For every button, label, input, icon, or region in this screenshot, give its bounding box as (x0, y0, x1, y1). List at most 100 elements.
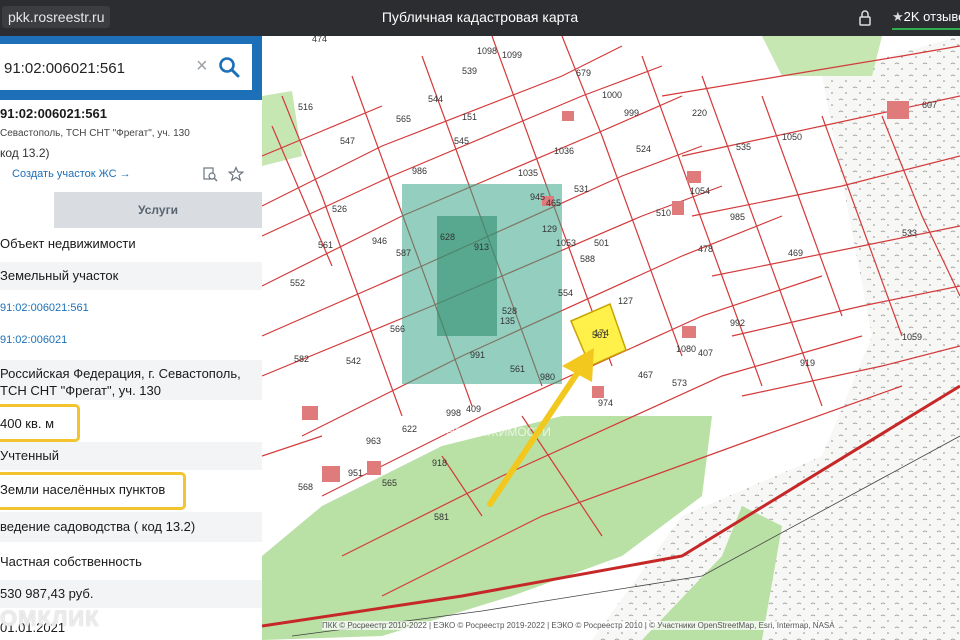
parcel-label: 542 (346, 356, 361, 366)
green-area-top (762, 36, 882, 76)
parcel-label: 220 (692, 108, 707, 118)
parcel-label: 1099 (502, 50, 522, 60)
lock-icon[interactable] (856, 9, 874, 27)
parcel-label: 510 (656, 208, 671, 218)
parcel-label: 985 (730, 212, 745, 222)
parcel-label: 946 (372, 236, 387, 246)
detail-address-line1: Российская Федерация, г. Севастополь, (0, 366, 241, 381)
search-icon[interactable] (218, 56, 240, 78)
reviews-underline (892, 28, 960, 30)
object-address: Севастополь, ТСН СНТ "Фрегат", уч. 130 (0, 128, 190, 139)
parcel-label: 1098 (477, 46, 497, 56)
parcel-label: 467 (638, 370, 653, 380)
parcel-label: 568 (298, 482, 313, 492)
parcel-label: 622 (402, 424, 417, 434)
parcel-label: 1000 (602, 90, 622, 100)
parcel-label: 1080 (676, 344, 696, 354)
center-logo-text: ЦЕНТР НЕДВИЖИМОСТИ (402, 425, 551, 439)
parcel-label: 628 (440, 232, 455, 242)
tab-info[interactable] (0, 192, 54, 228)
parcel-label: 1036 (554, 146, 574, 156)
parcel-label: 533 (902, 228, 917, 238)
parcel-label: 151 (462, 112, 477, 122)
parcel-label: 1059 (902, 332, 922, 342)
search-bar: × (0, 36, 262, 100)
parcel-label: 535 (736, 142, 751, 152)
star-outline-icon[interactable] (228, 166, 244, 182)
parcel-label: 974 (598, 398, 613, 408)
parcel-label: 945 (530, 192, 545, 202)
parcel-label: 174 (594, 328, 609, 338)
area-highlight (0, 404, 80, 442)
parcel-label: 986 (412, 166, 427, 176)
parcel-label: 478 (698, 244, 713, 254)
detail-quarter-number[interactable]: 91:02:006021 (0, 334, 262, 346)
parcel-label: 992 (730, 318, 745, 328)
tab-bar: Услуги (0, 192, 262, 228)
parcel-label: 528 (502, 306, 517, 316)
detail-ownership: Частная собственность (0, 554, 142, 569)
parcel-label: 1053 (556, 238, 576, 248)
parcel-label: 409 (466, 404, 481, 414)
category-highlight (0, 472, 186, 510)
parcel-label: 135 (500, 316, 515, 326)
parcel-label: 999 (624, 108, 639, 118)
parcel-label: 545 (454, 136, 469, 146)
parcel-label: 581 (434, 512, 449, 522)
green-area-left (262, 91, 302, 166)
parcel-label: 573 (672, 378, 687, 388)
parcel-label: 998 (446, 408, 461, 418)
search-input[interactable] (0, 44, 196, 92)
parcel-label: 469 (788, 248, 803, 258)
parcel-label: 565 (382, 478, 397, 488)
search-document-icon[interactable] (202, 166, 218, 182)
map-copyright: ПКК © Росреестр 2010-2022 | ЕЭКО © Росре… (322, 621, 835, 630)
cadastral-map[interactable]: ЦЕНТР НЕДВИЖИМОСТИ 561 474 1098 539 1099 679… (262, 36, 960, 640)
parcel-label: 465 (546, 198, 561, 208)
parcel-label: 913 (474, 242, 489, 252)
parcel-label: 501 (594, 238, 609, 248)
map-canvas[interactable]: ЦЕНТР НЕДВИЖИМОСТИ 561 474 1098539 1099 679… (262, 36, 960, 640)
parcel-label: 1050 (782, 132, 802, 142)
parcel-label: 544 (428, 94, 443, 104)
reviews-label: 2K отзывов (903, 9, 960, 24)
parcel-label: 991 (470, 350, 485, 360)
detail-status: Учтенный (0, 442, 262, 470)
parcel-label: 588 (580, 254, 595, 264)
clear-icon[interactable]: × (196, 56, 208, 76)
reviews-badge[interactable]: ★2K отзывов (892, 9, 960, 25)
parcel-label: 918 (432, 458, 447, 468)
parcel-label: 1035 (518, 168, 538, 178)
browser-top-bar: pkk.rosreestr.ru Публичная кадастровая к… (0, 0, 960, 36)
star-icon: ★ (892, 9, 904, 24)
parcel-label: 554 (558, 288, 573, 298)
detail-address-line2: ТСН СНТ "Фрегат", уч. 130 (0, 383, 161, 398)
parcel-label: 524 (636, 144, 651, 154)
page-title: Публичная кадастровая карта (381, 9, 579, 25)
parcel-label: 951 (348, 468, 363, 478)
cadastral-number: 91:02:006021:561 (0, 106, 107, 121)
tab-services[interactable]: Услуги (54, 192, 262, 228)
detail-object-type: Объект недвижимости (0, 236, 136, 251)
watermark: ОМКЛИК (0, 606, 100, 631)
search-box: × (0, 44, 252, 92)
parcel-label: 539 (462, 66, 477, 76)
parcel-label: 566 (390, 324, 405, 334)
detail-cadastral-number[interactable]: 91:02:006021:561 (0, 302, 262, 314)
parcel-label: 526 (332, 204, 347, 214)
parcel-label: 547 (340, 136, 355, 146)
info-panel: × 91:02:006021:561 Севастополь, ТСН СНТ … (0, 36, 263, 640)
parcel-label: 127 (618, 296, 633, 306)
detail-address-block: Российская Федерация, г. Севастополь, ТС… (0, 360, 262, 400)
use-code: код 13.2) (0, 146, 50, 160)
parcel-label: 679 (576, 68, 591, 78)
parcel-label: 407 (698, 348, 713, 358)
create-lot-link[interactable]: Создать участок ЖС → (12, 168, 131, 180)
parcel-label: 561 (318, 240, 333, 250)
parcel-label: 565 (396, 114, 411, 124)
parcel-label: 607 (922, 100, 937, 110)
parcel-label: 919 (800, 358, 815, 368)
detail-object-kind: Земельный участок (0, 262, 262, 290)
parcel-label: 129 (542, 224, 557, 234)
parcel-label: 587 (396, 248, 411, 258)
